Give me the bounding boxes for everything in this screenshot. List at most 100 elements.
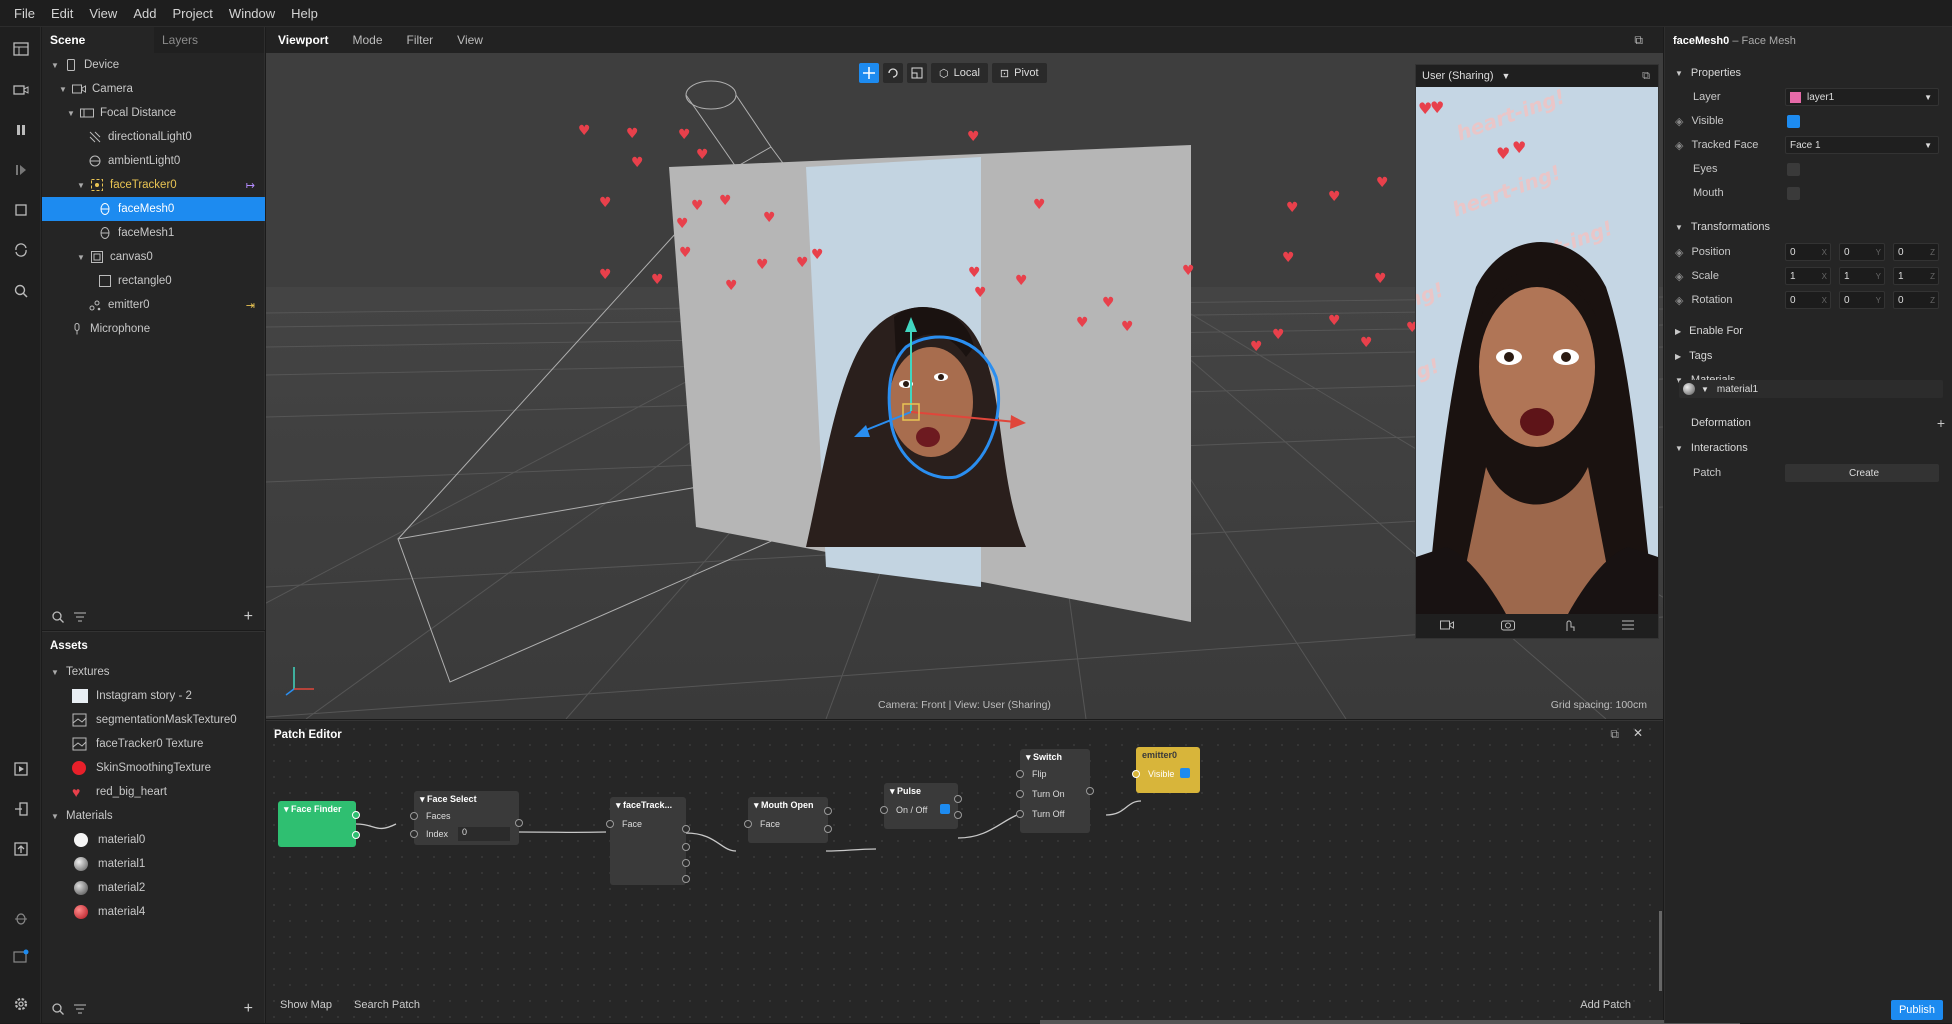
layout-icon[interactable] (10, 38, 31, 59)
tree-item-rectangle[interactable]: rectangle0 (42, 269, 265, 293)
output-port[interactable] (824, 807, 832, 815)
menu-edit[interactable]: Edit (43, 6, 81, 21)
tree-item-face-tracker[interactable]: ▼ faceTracker0 ↦ (42, 173, 265, 197)
asset-material-item[interactable]: material2 (42, 876, 265, 900)
output-port[interactable] (824, 825, 832, 833)
asset-material-item[interactable]: material4 (42, 900, 265, 924)
show-map-button[interactable]: Show Map (280, 999, 332, 1011)
scale-tool-button[interactable] (907, 63, 927, 83)
send-to-device-icon[interactable] (10, 798, 31, 819)
position-z-input[interactable]: 0Z (1893, 243, 1939, 261)
tracked-face-select[interactable]: Face 1 ▼ (1785, 136, 1939, 154)
input-port[interactable] (410, 830, 418, 838)
tab-scene[interactable]: Scene (42, 27, 154, 53)
menu-file[interactable]: File (6, 6, 43, 21)
filter-icon[interactable] (74, 612, 86, 622)
patch-link-icon[interactable]: ⇥ (246, 299, 255, 312)
scale-y-input[interactable]: 1Y (1839, 267, 1885, 285)
rotate-tool-button[interactable] (883, 63, 903, 83)
simulator-screen[interactable]: heart-ing! heart-ing! heart-ing! heart-ing… (1416, 87, 1658, 614)
tree-item-camera[interactable]: ▼ Camera (42, 77, 265, 101)
chevron-down-icon[interactable]: ▼ (1675, 444, 1683, 453)
rotation-z-input[interactable]: 0Z (1893, 291, 1939, 309)
pulse-checkbox[interactable] (940, 804, 950, 814)
input-port[interactable] (1016, 770, 1024, 778)
console-icon[interactable] (10, 945, 31, 966)
keyframe-icon[interactable]: ◈ (1675, 115, 1683, 128)
chevron-down-icon[interactable]: ▼ (1675, 69, 1683, 78)
popout-icon[interactable]: ⧉ (1642, 70, 1650, 83)
material-select[interactable]: ▼ material1 (1679, 380, 1943, 398)
tree-item-emitter[interactable]: emitter0 ⇥ (42, 293, 265, 317)
output-port[interactable] (352, 811, 360, 819)
chevron-down-icon[interactable]: ▼ (1675, 223, 1683, 232)
tree-item-face-mesh-1[interactable]: faceMesh1 (42, 221, 265, 245)
add-patch-button[interactable]: Add Patch (1580, 999, 1631, 1011)
section-transformations[interactable]: ▼ Transformations (1665, 215, 1952, 239)
move-tool-button[interactable] (859, 63, 879, 83)
face-select-node[interactable]: ▾ Face Select Faces Index 0 (410, 791, 523, 845)
face-tracker-node[interactable]: ▾ faceTrack... Face (606, 797, 690, 885)
input-port[interactable] (410, 812, 418, 820)
chevron-down-icon[interactable]: ▼ (50, 61, 60, 70)
emitter-node[interactable]: emitter0 Visible (1132, 747, 1200, 793)
search-icon[interactable] (52, 611, 64, 623)
chevron-right-icon[interactable]: ▶ (1675, 327, 1681, 336)
asset-texture-item[interactable]: faceTracker0 Texture (42, 732, 265, 756)
camera-icon[interactable] (10, 79, 31, 100)
tree-item-canvas[interactable]: ▼ canvas0 (42, 245, 265, 269)
eyes-checkbox[interactable] (1787, 163, 1800, 176)
pivot-toggle[interactable]: ⊡ Pivot (991, 63, 1047, 83)
menu-view[interactable]: View (81, 6, 125, 21)
section-deformation[interactable]: Deformation + (1665, 411, 1952, 435)
keyframe-icon[interactable]: ◈ (1675, 270, 1683, 283)
asset-texture-item[interactable]: ♥ red_big_heart (42, 780, 265, 804)
section-interactions[interactable]: ▼ Interactions (1665, 436, 1952, 460)
face-finder-node[interactable]: ▾ Face Finder (278, 801, 360, 847)
refresh-icon[interactable] (10, 239, 31, 260)
visible-checkbox[interactable] (1180, 768, 1190, 778)
touch-icon[interactable] (1563, 618, 1575, 632)
output-port[interactable] (954, 795, 962, 803)
asset-material-item[interactable]: material1 (42, 852, 265, 876)
assets-textures-group[interactable]: ▼ Textures (42, 660, 265, 684)
position-y-input[interactable]: 0Y (1839, 243, 1885, 261)
chevron-down-icon[interactable]: ▼ (76, 181, 86, 190)
input-port[interactable] (1016, 790, 1024, 798)
step-icon[interactable] (10, 159, 31, 180)
scale-x-input[interactable]: 1X (1785, 267, 1831, 285)
search-icon[interactable] (52, 1003, 64, 1015)
asset-texture-item[interactable]: SkinSmoothingTexture (42, 756, 265, 780)
simulator-preview[interactable]: User (Sharing) ▼ ⧉ heart-ing! heart-ing! … (1415, 64, 1659, 639)
input-port[interactable] (1016, 810, 1024, 818)
popout-icon[interactable]: ⧉ (1622, 33, 1655, 48)
bug-icon[interactable] (10, 907, 31, 928)
menu-window[interactable]: Window (221, 6, 283, 21)
output-port[interactable] (1086, 787, 1094, 795)
section-properties[interactable]: ▼ Properties (1665, 61, 1952, 85)
chevron-down-icon[interactable]: ▼ (1701, 385, 1709, 394)
scale-z-input[interactable]: 1Z (1893, 267, 1939, 285)
input-port[interactable] (880, 806, 888, 814)
chevron-right-icon[interactable]: ▶ (1675, 352, 1681, 361)
keyframe-icon[interactable]: ◈ (1675, 246, 1683, 259)
tab-mode[interactable]: Mode (340, 33, 394, 47)
preview-icon[interactable] (10, 758, 31, 779)
chevron-down-icon[interactable]: ▼ (58, 85, 68, 94)
tree-item-ambient-light[interactable]: ambientLight0 (42, 149, 265, 173)
position-x-input[interactable]: 0X (1785, 243, 1831, 261)
rotation-y-input[interactable]: 0Y (1839, 291, 1885, 309)
tab-layers[interactable]: Layers (154, 27, 264, 53)
tree-item-face-mesh-0[interactable]: faceMesh0 (42, 197, 265, 221)
asset-texture-item[interactable]: segmentationMaskTexture0 (42, 708, 265, 732)
local-toggle[interactable]: ⬡ Local (931, 63, 988, 83)
search-icon[interactable] (10, 280, 31, 301)
search-patch-button[interactable]: Search Patch (354, 999, 420, 1011)
layer-select[interactable]: layer1 ▼ (1785, 88, 1939, 106)
output-port[interactable] (352, 831, 360, 839)
tree-item-focal-distance[interactable]: ▼ Focal Distance (42, 101, 265, 125)
add-asset-button[interactable]: + (244, 1000, 253, 1018)
input-port[interactable] (744, 820, 752, 828)
menu-help[interactable]: Help (283, 6, 326, 21)
input-port[interactable] (1132, 770, 1140, 778)
